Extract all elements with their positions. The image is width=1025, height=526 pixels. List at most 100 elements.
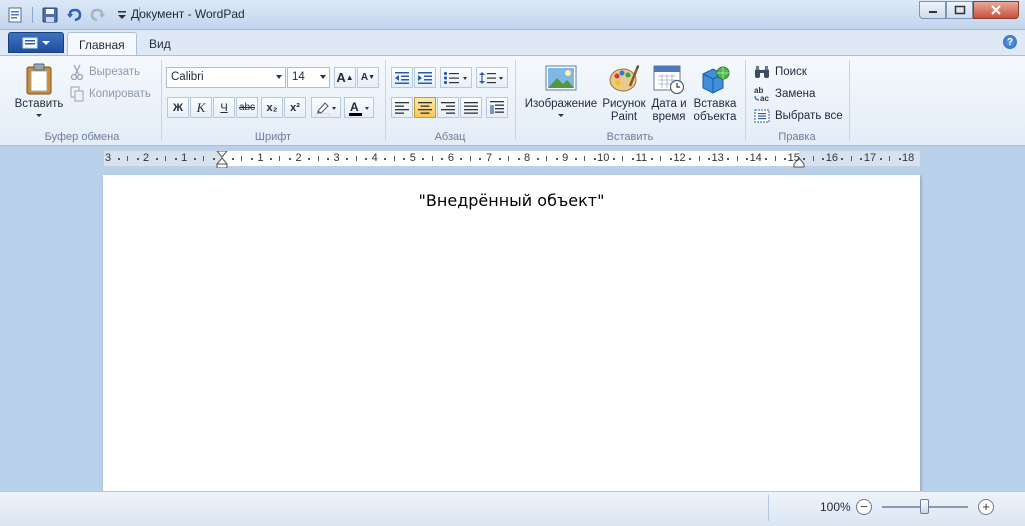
ruler-tick bbox=[289, 158, 291, 160]
zoom-out-button[interactable]: − bbox=[856, 499, 872, 515]
group-separator bbox=[849, 60, 850, 140]
replace-button[interactable]: ab ac Замена bbox=[754, 84, 815, 104]
ruler-tick bbox=[118, 158, 120, 160]
ruler-tick bbox=[822, 158, 824, 160]
chevron-down-icon bbox=[276, 75, 282, 79]
ruler-tick bbox=[670, 158, 672, 160]
align-center-button[interactable] bbox=[414, 97, 436, 118]
insert-group-label: Вставить bbox=[606, 131, 654, 143]
minimize-button[interactable] bbox=[919, 1, 946, 19]
line-spacing-button[interactable] bbox=[476, 67, 508, 88]
ruler-tick bbox=[460, 158, 462, 160]
paste-button[interactable]: Вставить bbox=[12, 62, 66, 119]
font-family-select[interactable]: Calibri bbox=[166, 67, 286, 88]
chevron-down-icon bbox=[320, 75, 326, 79]
close-button[interactable] bbox=[973, 1, 1019, 19]
ruler-label: 1 bbox=[257, 152, 264, 164]
tab-view[interactable]: Вид bbox=[138, 32, 182, 55]
align-left-icon bbox=[395, 101, 409, 114]
underline-button[interactable]: Ч bbox=[213, 97, 235, 118]
object-label-line1: Вставка bbox=[693, 98, 737, 110]
redo-icon[interactable] bbox=[89, 6, 107, 24]
align-left-button[interactable] bbox=[391, 97, 413, 118]
ruler-left-margin bbox=[104, 151, 222, 166]
ruler-tick bbox=[889, 156, 890, 161]
title-bar: Документ - WordPad bbox=[0, 0, 1025, 30]
zoom-in-button[interactable]: + bbox=[978, 499, 994, 515]
picture-icon bbox=[544, 62, 578, 96]
ruler-tick bbox=[851, 156, 852, 161]
strikethrough-button[interactable]: abc bbox=[236, 97, 258, 118]
highlight-color-button[interactable] bbox=[311, 97, 341, 118]
cut-button[interactable]: Вырезать bbox=[70, 62, 140, 82]
copy-button[interactable]: Копировать bbox=[70, 84, 151, 104]
tab-home[interactable]: Главная bbox=[67, 32, 137, 55]
document-page[interactable]: "Внедрённый объект" bbox=[103, 175, 920, 505]
bullet-list-icon bbox=[443, 71, 467, 84]
bold-button[interactable]: Ж bbox=[167, 97, 189, 118]
insert-picture-button[interactable]: Изображение bbox=[522, 62, 600, 119]
menu-icon bbox=[22, 37, 38, 48]
highlighter-icon bbox=[315, 101, 336, 116]
indent-marker-icon[interactable] bbox=[216, 151, 228, 169]
ruler-tick bbox=[546, 156, 547, 161]
ruler-tick bbox=[165, 156, 166, 161]
ruler[interactable]: 3 2 1 1 2 3 4 5 6 7 8 9 10 11 12 13 14 15 16 17 18 bbox=[104, 150, 920, 169]
shrink-font-button[interactable]: A ▼ bbox=[357, 67, 379, 88]
datetime-label-line1: Дата и bbox=[651, 98, 687, 110]
ruler-label: 5 bbox=[409, 152, 416, 164]
increase-indent-button[interactable] bbox=[414, 67, 436, 88]
align-center-icon bbox=[418, 101, 432, 114]
ruler-label: 10 bbox=[597, 152, 610, 164]
decrease-indent-button[interactable] bbox=[391, 67, 413, 88]
clipboard-group: Вставить Вырезать Копировать Буфер обмен… bbox=[4, 59, 160, 145]
font-color-button[interactable]: A bbox=[344, 97, 374, 118]
ruler-label: 9 bbox=[562, 152, 569, 164]
ruler-tick bbox=[737, 156, 738, 161]
paragraph-settings-button[interactable] bbox=[486, 97, 508, 118]
italic-button[interactable]: К bbox=[190, 97, 212, 118]
ruler-tick bbox=[137, 158, 139, 160]
font-color-icon: A bbox=[349, 100, 369, 116]
ribbon: Вставить Вырезать Копировать Буфер обмен… bbox=[0, 55, 1025, 146]
superscript-button[interactable]: x² bbox=[284, 97, 306, 118]
grow-font-button[interactable]: A ▲ bbox=[334, 67, 356, 88]
maximize-button[interactable] bbox=[946, 1, 973, 19]
ruler-tick bbox=[499, 158, 501, 160]
insert-datetime-button[interactable]: Дата и время bbox=[648, 62, 690, 124]
customize-toolbar-icon[interactable] bbox=[113, 6, 131, 24]
insert-picture-label: Изображение bbox=[524, 98, 598, 110]
align-right-button[interactable] bbox=[437, 97, 459, 118]
ruler-label: 17 bbox=[863, 152, 877, 164]
embedded-object-text[interactable]: "Внедрённый объект" bbox=[103, 191, 920, 210]
select-all-button[interactable]: Выбрать все bbox=[754, 106, 843, 126]
paint-drawing-button[interactable]: Рисунок Paint bbox=[600, 62, 648, 124]
app-menu-button[interactable] bbox=[8, 32, 64, 53]
object-label-line2: объекта bbox=[693, 111, 737, 123]
ruler-tick bbox=[775, 156, 776, 161]
chevron-down-icon bbox=[558, 114, 564, 117]
find-button[interactable]: Поиск bbox=[754, 62, 807, 82]
save-icon[interactable] bbox=[41, 6, 59, 24]
zoom-slider-thumb[interactable] bbox=[920, 499, 929, 514]
subscript-button[interactable]: x₂ bbox=[261, 97, 283, 118]
ruler-tick bbox=[813, 156, 814, 161]
bullet-list-button[interactable] bbox=[440, 67, 472, 88]
justify-button[interactable] bbox=[460, 97, 482, 118]
italic-icon: К bbox=[196, 99, 206, 115]
font-group: Calibri 14 A ▲ A ▼ Ж К Ч abc x₂ x² A Шри… bbox=[162, 59, 384, 145]
ruler-tick bbox=[403, 158, 405, 160]
help-icon[interactable]: ? bbox=[1003, 35, 1017, 49]
ruler-tick bbox=[270, 158, 272, 160]
ruler-tick bbox=[203, 156, 204, 161]
ruler-tick bbox=[365, 158, 367, 160]
chevron-down-icon bbox=[42, 40, 50, 45]
ruler-tick bbox=[470, 156, 471, 161]
font-size-value: 14 bbox=[292, 71, 305, 83]
font-size-select[interactable]: 14 bbox=[287, 67, 330, 88]
ruler-tick bbox=[613, 158, 615, 160]
undo-icon[interactable] bbox=[65, 6, 83, 24]
app-icon[interactable] bbox=[6, 6, 24, 24]
ruler-label: 11 bbox=[635, 152, 648, 164]
insert-object-button[interactable]: Вставка объекта bbox=[690, 62, 740, 124]
